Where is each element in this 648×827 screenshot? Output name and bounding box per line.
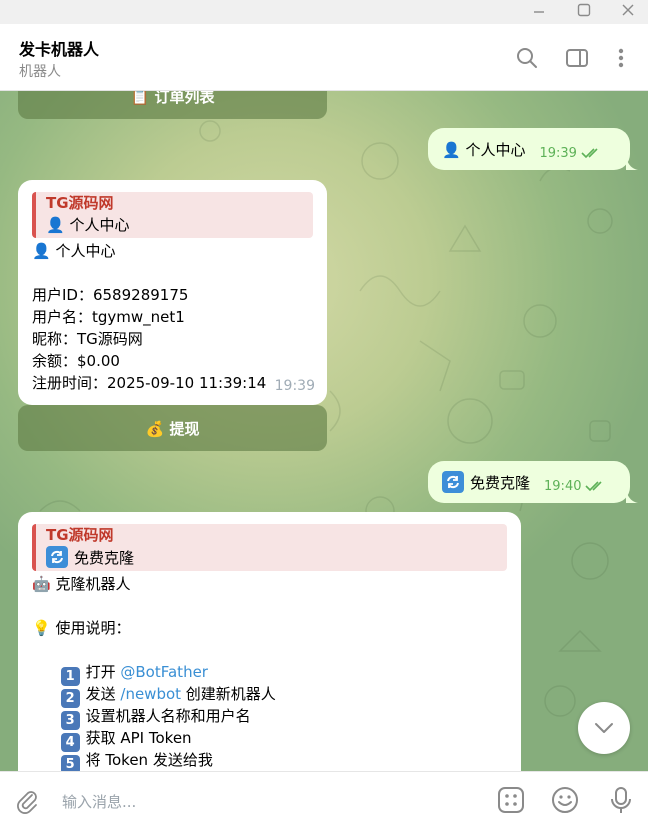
chevron-down-icon [595,723,613,733]
maximize-icon[interactable] [570,0,598,20]
emoji-icon[interactable] [550,785,580,815]
microphone-icon[interactable] [606,785,636,815]
username-line: 用户名：tgymw_net1 [32,308,185,326]
message-time: 19:40 [544,478,582,494]
message-time: 19:39 [274,378,315,394]
step-text-suffix: 创建新机器人 [181,685,276,703]
clone-icon [46,546,68,568]
message-text: 免费克隆 [470,473,531,492]
outgoing-message: 免费克隆 19:40 [428,461,630,503]
botfather-link[interactable]: @BotFather [120,663,208,681]
chat-subtitle: 机器人 [19,64,61,80]
chat-area[interactable]: 📋 订单列表 👤 个人中心 19:39 TG源码网 👤 个人中心 👤 个人中心 … [0,91,648,771]
window-titlebar [0,0,648,24]
scroll-to-bottom-button[interactable] [578,702,630,754]
message-heading: 👤 个人中心 [32,242,116,260]
bubble-tail [626,156,638,170]
double-check-icon [581,147,603,159]
quote-title: TG源码网 [46,194,114,212]
reply-quote[interactable]: TG源码网 免费克隆 [32,524,507,571]
step-text: 设置机器人名称和用户名 [85,707,251,725]
newbot-command-link[interactable]: /newbot [120,685,181,703]
incoming-message: TG源码网 免费克隆 🤖 克隆机器人 💡 使用说明： 1 打开 @BotFathe… [18,512,521,771]
message-composer: 输入消息... [0,771,648,827]
bubble-tail [626,489,638,503]
reply-quote[interactable]: TG源码网 👤 个人中心 [32,192,313,238]
double-check-icon [585,480,607,492]
step-1: 1 打开 @BotFather [32,639,507,686]
chat-header: 发卡机器人 机器人 [0,24,648,91]
withdraw-button[interactable]: 💰 提现 [18,405,327,451]
message-input[interactable]: 输入消息... [62,791,136,812]
sidebar-toggle-icon[interactable] [563,44,591,72]
attach-icon[interactable] [12,786,42,816]
minimize-icon[interactable] [525,0,553,20]
step-text: 将 Token 发送给我 [85,751,213,769]
bot-menu-icon[interactable] [496,785,526,815]
chat-title[interactable]: 发卡机器人 [19,36,99,60]
quote-title: TG源码网 [46,526,114,544]
more-icon[interactable] [607,44,635,72]
quote-text-label: 免费克隆 [74,549,135,567]
step-text: 发送 [85,685,121,703]
message-text: 👤 个人中心 [442,140,526,159]
message-heading: 🤖 克隆机器人 [32,575,131,593]
keycap-5-icon: 5 [60,755,80,771]
outgoing-message: 👤 个人中心 19:39 [428,128,630,170]
nickname-line: 昵称：TG源码网 [32,330,143,348]
message-time: 19:39 [539,145,577,161]
usage-title: 💡 使用说明： [32,619,131,637]
quote-text: 👤 个人中心 [46,216,130,234]
clone-icon [442,471,464,493]
order-list-button[interactable]: 📋 订单列表 [18,91,327,119]
search-icon[interactable] [513,44,541,72]
step-text: 打开 [85,663,121,681]
step-text: 获取 API Token [85,729,192,747]
user-id-line: 用户ID：6589289175 [32,286,189,304]
close-icon[interactable] [614,0,642,20]
balance-line: 余额：$0.00 [32,352,120,370]
incoming-message: TG源码网 👤 个人中心 👤 个人中心 用户ID：6589289175 用户名：… [18,180,327,405]
register-time-line: 注册时间：2025-09-10 11:39:14 [32,374,267,392]
quote-text: 免费克隆 [46,546,497,569]
